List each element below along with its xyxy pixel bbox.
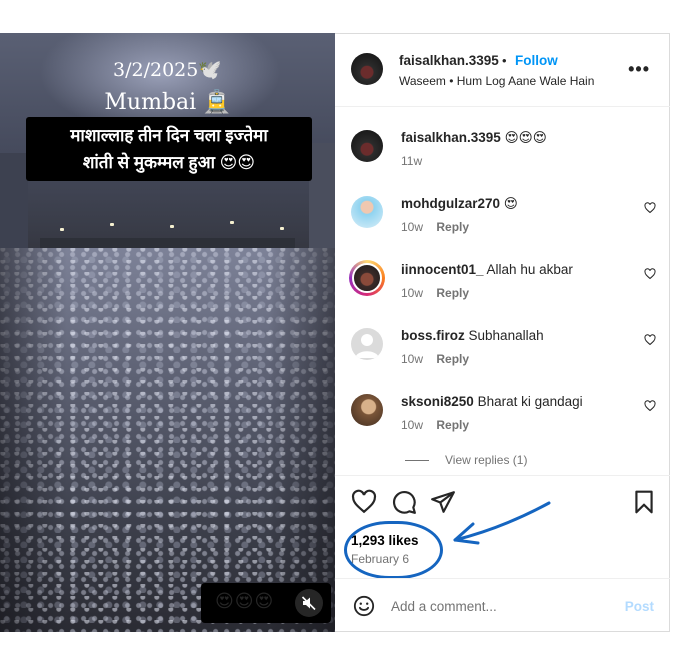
comment-text: mohdgulzar270 😍 <box>401 196 518 212</box>
comment-body: Bharat ki gandagi <box>477 394 583 409</box>
video-city-text: Mumbai 🚊 <box>104 90 231 115</box>
replies-divider <box>405 460 429 462</box>
comment-meta: 10w Reply <box>401 220 469 234</box>
audio-attribution[interactable]: Waseem • Hum Log Aane Wale Hain <box>399 74 594 88</box>
mute-button[interactable] <box>295 589 323 617</box>
follow-button[interactable]: Follow <box>515 53 558 68</box>
caption-line: माशाल्लाह तीन दिन चला इज्तेमा <box>70 126 268 145</box>
comment-meta: 10w Reply <box>401 418 469 432</box>
comment-text: sksoni8250 Bharat ki gandagi <box>401 394 583 409</box>
reply-button[interactable]: Reply <box>436 220 469 234</box>
comment-meta: 10w Reply <box>401 286 469 300</box>
actions-divider <box>335 475 670 476</box>
commenter-avatar[interactable] <box>351 196 383 228</box>
default-user-icon <box>355 334 379 358</box>
comment-item: iinnocent01_ Allah hu akbar 10w Reply <box>335 260 670 322</box>
author-avatar[interactable] <box>351 53 383 85</box>
comment-time[interactable]: 11w <box>401 154 422 168</box>
comment-username[interactable]: iinnocent01_ <box>401 262 484 277</box>
post-video[interactable]: 3/2/2025🕊️ Mumbai 🚊 माशाल्लाह तीन दिन चल… <box>0 33 335 632</box>
ceiling-light <box>280 227 284 230</box>
comment-body: Allah hu akbar <box>486 262 573 277</box>
comment-meta: 10w Reply <box>401 352 469 366</box>
add-comment-divider <box>335 578 670 579</box>
ceiling-light <box>60 228 64 231</box>
reply-button[interactable]: Reply <box>436 352 469 366</box>
comment-item: boss.firoz Subhanallah 10w Reply <box>335 328 670 388</box>
like-comment-heart-icon[interactable] <box>644 202 656 214</box>
save-bookmark-icon[interactable] <box>631 489 657 515</box>
annotation-arrow-icon <box>453 501 551 545</box>
crowd-shade <box>0 248 335 632</box>
header-separator: • <box>502 53 507 68</box>
like-heart-icon[interactable] <box>351 489 377 515</box>
comment-item: mohdgulzar270 😍 10w Reply <box>335 196 670 256</box>
comment-username[interactable]: mohdgulzar270 <box>401 196 500 211</box>
ceiling-light <box>230 221 234 224</box>
commenter-avatar[interactable] <box>351 394 383 426</box>
commenter-avatar-story-ring[interactable] <box>349 260 385 296</box>
annotation-circle <box>344 521 443 579</box>
ceiling-light <box>170 225 174 228</box>
reply-button[interactable]: Reply <box>436 418 469 432</box>
caption-comment: faisalkhan.3395 😍😍😍 11w <box>335 130 670 190</box>
emoji-smiley-icon[interactable] <box>353 595 375 617</box>
comment-time[interactable]: 10w <box>401 220 423 234</box>
comment-bubble-icon[interactable] <box>391 489 417 515</box>
reply-button[interactable]: Reply <box>436 286 469 300</box>
comment-body: 😍 <box>503 196 518 211</box>
like-comment-heart-icon[interactable] <box>644 334 656 346</box>
comment-text: boss.firoz Subhanallah <box>401 328 544 343</box>
author-username[interactable]: faisalkhan.3395 <box>399 53 499 68</box>
caption-line: शांती से मुकम्मल हुआ 😍😍 <box>82 153 256 172</box>
view-replies-label: View replies (1) <box>445 453 528 467</box>
comment-text: iinnocent01_ Allah hu akbar <box>401 262 573 277</box>
like-comment-heart-icon[interactable] <box>644 268 656 280</box>
more-options-button[interactable]: ••• <box>628 59 650 80</box>
comment-meta: 11w <box>401 154 422 168</box>
background-beam <box>40 238 295 248</box>
add-comment-input[interactable]: Add a comment... <box>391 599 497 614</box>
post-header: faisalkhan.3395 • Follow Waseem • Hum Lo… <box>335 33 670 107</box>
view-replies-button[interactable]: View replies (1) <box>405 453 527 467</box>
comment-time[interactable]: 10w <box>401 418 423 432</box>
ceiling-light <box>110 223 114 226</box>
commenter-avatar <box>352 263 382 293</box>
emoji-text: 😍😍😍 <box>215 591 275 611</box>
video-date-text: 3/2/2025🕊️ <box>113 59 222 81</box>
comment-body: Subhanallah <box>468 328 544 343</box>
video-emoji-strip: 😍😍😍 <box>201 583 331 623</box>
comment-username[interactable]: faisalkhan.3395 <box>401 130 501 145</box>
post-comment-button[interactable]: Post <box>625 599 654 614</box>
post-side-panel: faisalkhan.3395 • Follow Waseem • Hum Lo… <box>335 33 670 632</box>
default-avatar-icon[interactable] <box>351 328 383 360</box>
like-comment-heart-icon[interactable] <box>644 400 656 412</box>
comment-username[interactable]: boss.firoz <box>401 328 465 343</box>
comment-text: faisalkhan.3395 😍😍😍 <box>401 130 547 146</box>
muted-speaker-icon <box>301 596 316 611</box>
author-avatar[interactable] <box>351 130 383 162</box>
comment-time[interactable]: 10w <box>401 352 423 366</box>
comment-username[interactable]: sksoni8250 <box>401 394 474 409</box>
comment-body: 😍😍😍 <box>504 130 547 145</box>
comment-item: sksoni8250 Bharat ki gandagi 10w Reply <box>335 394 670 454</box>
video-caption: माशाल्लाह तीन दिन चला इज्तेमा शांती से म… <box>26 117 312 181</box>
comment-time[interactable]: 10w <box>401 286 423 300</box>
